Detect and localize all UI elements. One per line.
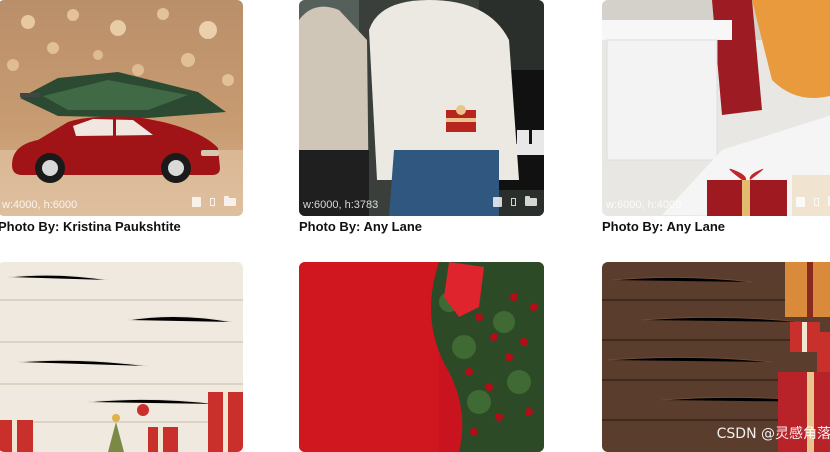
car-photo [0,0,243,216]
bookmark-icon[interactable] [210,198,215,206]
folder-icon[interactable] [224,196,236,206]
photo-actions [796,196,830,207]
photo-credit: Photo By: Any Lane [602,219,726,234]
photo-card[interactable]: CSDN @灵感角落 [602,262,830,452]
folder-icon[interactable] [525,196,537,206]
clipboard-icon[interactable] [493,197,502,207]
white-wood-photo [0,262,243,452]
image-dimensions: w:6000, h:4000 [606,199,682,211]
photo-actions [192,196,236,207]
photo-thumbnail[interactable]: CSDN @灵感角落 [602,262,830,452]
photo-actions [493,196,537,207]
wrapping-photo [602,0,830,216]
photo-credit: Photo By: Kristina Paukshtite [0,219,181,234]
photo-thumbnail[interactable]: w:6000, h:4000 [602,0,830,216]
photo-thumbnail[interactable]: w:4000, h:6000 [0,0,243,216]
photo-card[interactable] [0,262,243,452]
watermark-text: CSDN @灵感角落 [716,426,830,442]
photo-thumbnail[interactable] [0,262,243,452]
photo-card[interactable]: w:4000, h:6000 Photo By: Kristina Pauksh… [0,0,243,234]
wreath-photo [299,262,544,452]
bookmark-icon[interactable] [814,198,819,206]
bookmark-icon[interactable] [511,198,516,206]
photo-thumbnail[interactable]: w:6000, h:3783 [299,0,544,216]
image-dimensions: w:4000, h:6000 [2,199,78,211]
gift-photo [299,0,544,216]
image-dimensions: w:6000, h:3783 [303,199,379,211]
photo-card[interactable]: w:6000, h:4000 Photo By: Any Lane [602,0,830,234]
photo-thumbnail[interactable] [299,262,544,452]
photo-card[interactable] [299,262,544,452]
photo-card[interactable]: w:6000, h:3783 Photo By: Any Lane [299,0,544,234]
clipboard-icon[interactable] [796,197,805,207]
clipboard-icon[interactable] [192,197,201,207]
photo-credit: Photo By: Any Lane [299,219,423,234]
